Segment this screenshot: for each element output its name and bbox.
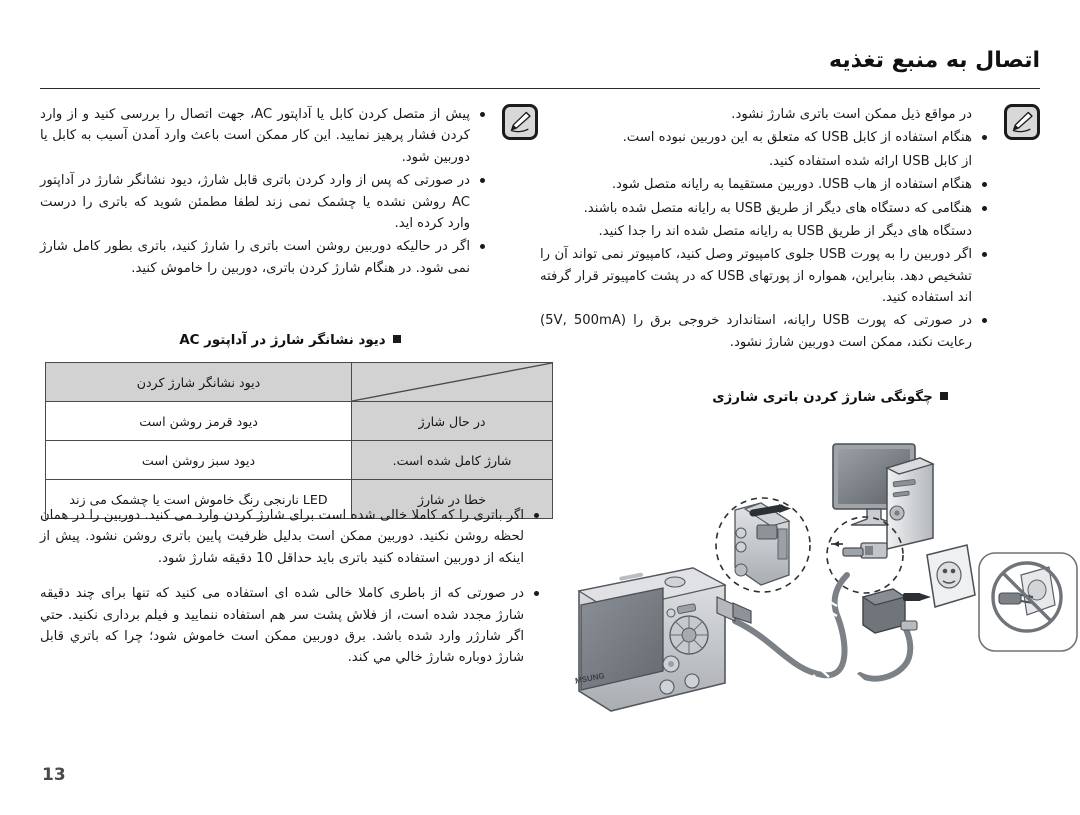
usb-charging-diagram: SAMSUNG bbox=[575, 425, 1080, 765]
note-bullet: در صورتی که از باطری کاملا خالی شده ای ا… bbox=[40, 583, 540, 669]
note-bullet: در صورتی که پس از وارد کردن باتری قابل ش… bbox=[40, 170, 486, 234]
note-bullet: اگر دوربین را به پورت USB جلوی کامپیوتر … bbox=[540, 244, 988, 308]
charging-section-label: چگونگی شارژ کردن باتری شارژی bbox=[712, 390, 933, 405]
page-title: اتصال به منبع تغذیه bbox=[828, 48, 1040, 73]
bottom-notes-list: اگر باتری را که کاملا خالی شده است برای … bbox=[40, 505, 540, 669]
table-cell-state: در حال شارژ bbox=[351, 401, 553, 441]
camera-usb-port-closeup bbox=[715, 497, 811, 593]
page-number: 13 bbox=[42, 765, 66, 785]
note-bullet: اگر باتری را که کاملا خالی شده است برای … bbox=[40, 505, 540, 569]
left-note-body: پیش از متصل کردن کابل یا آداپتور AC، جهت… bbox=[40, 104, 486, 279]
right-note-body: در مواقع ذیل ممکن است باتری شارژ نشود. ه… bbox=[540, 104, 988, 353]
table-cell-state: شارژ کامل شده است. bbox=[351, 440, 553, 480]
table-cell-desc: دیود سبز روشن است bbox=[45, 440, 352, 480]
charging-section-heading: چگونگی شارژ کردن باتری شارژی bbox=[620, 390, 1040, 405]
table-header-row: دیود نشانگر شارژ کردن bbox=[45, 362, 553, 402]
prohibited-plug-note bbox=[978, 552, 1078, 652]
square-marker-icon bbox=[939, 392, 948, 400]
wall-outlet bbox=[926, 544, 976, 608]
right-note-block: در مواقع ذیل ممکن است باتری شارژ نشود. ه… bbox=[540, 104, 1040, 353]
note-bullet: در صورتی که پورت USB رایانه، استاندارد خ… bbox=[540, 310, 988, 353]
led-table-heading-label: دیود نشانگر شارژ در آداپتور AC bbox=[179, 333, 386, 348]
table-row: در حال شارژ دیود قرمز روشن است bbox=[45, 401, 553, 441]
note-bullet: هنگام استفاده از هاب USB. دوربین مستقیما… bbox=[540, 174, 988, 195]
left-column: پیش از متصل کردن کابل یا آداپتور AC، جهت… bbox=[40, 104, 538, 281]
left-note-list: پیش از متصل کردن کابل یا آداپتور AC، جهت… bbox=[40, 104, 486, 279]
note-subline: از کابل USB ارائه شده استفاده کنید. bbox=[768, 153, 972, 169]
led-status-table: دیود نشانگر شارژ کردن در حال شارژ دیود ق… bbox=[45, 362, 553, 519]
note-bullet: اگر در حالیکه دوربین روشن است باتری را ش… bbox=[40, 236, 486, 279]
pencil-note-icon bbox=[1004, 104, 1040, 140]
title-divider bbox=[40, 88, 1040, 89]
pencil-note-icon bbox=[502, 104, 538, 140]
note-subline: دستگاه های دیگر از طریق USB به رایانه مت… bbox=[598, 223, 973, 239]
led-table-heading: دیود نشانگر شارژ در آداپتور AC bbox=[40, 333, 540, 348]
ac-adapter bbox=[861, 588, 931, 634]
note-intro: در مواقع ذیل ممکن است باتری شارژ نشود. bbox=[731, 107, 972, 122]
bottom-notes: اگر باتری را که کاملا خالی شده است برای … bbox=[40, 505, 540, 683]
camera-back: SAMSUNG bbox=[575, 567, 752, 712]
note-bullet: هنگام استفاده از کابل USB که متعلق به ای… bbox=[540, 127, 988, 148]
manual-page: اتصال به منبع تغذیه در مواقع ذیل ممکن اس… bbox=[0, 0, 1080, 815]
desktop-pc bbox=[885, 457, 935, 550]
square-marker-icon bbox=[392, 335, 401, 343]
note-bullet: هنگامی که دستگاه های دیگر از طریق USB به… bbox=[540, 198, 988, 219]
table-header-empty-diagonal bbox=[351, 362, 553, 402]
table-cell-desc: دیود قرمز روشن است bbox=[45, 401, 352, 441]
right-note-list: در مواقع ذیل ممکن است باتری شارژ نشود. ه… bbox=[540, 104, 988, 353]
note-bullet: پیش از متصل کردن کابل یا آداپتور AC، جهت… bbox=[40, 104, 486, 168]
table-header-cell: دیود نشانگر شارژ کردن bbox=[45, 362, 352, 402]
right-column: در مواقع ذیل ممکن است باتری شارژ نشود. ه… bbox=[540, 104, 1040, 355]
table-row: شارژ کامل شده است. دیود سبز روشن است bbox=[45, 440, 553, 480]
left-note-block: پیش از متصل کردن کابل یا آداپتور AC، جهت… bbox=[40, 104, 538, 279]
